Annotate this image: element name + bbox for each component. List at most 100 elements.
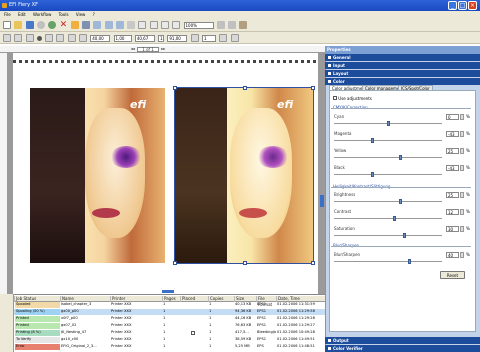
stop-icon[interactable] bbox=[36, 21, 45, 29]
misc-field[interactable]: 1 bbox=[201, 34, 216, 42]
selection-handle[interactable] bbox=[311, 261, 315, 265]
table-row[interactable]: Spooled Isabel_chapter_3 Printer XXX 1 1 40,1… bbox=[14, 302, 325, 308]
table-row[interactable]: To Verify gx10_c00 Printer XXX 1 1 38,59 KB EP… bbox=[14, 337, 325, 343]
zoom-in-icon[interactable] bbox=[228, 21, 237, 29]
yellow-slider-track[interactable] bbox=[334, 157, 442, 158]
job-image-original[interactable]: efi bbox=[30, 88, 165, 263]
tile-icon[interactable] bbox=[104, 21, 113, 29]
job-image-adjusted[interactable]: efi bbox=[174, 87, 314, 264]
magenta-spinner[interactable] bbox=[460, 131, 464, 137]
crop-icon[interactable] bbox=[14, 34, 23, 42]
section-general[interactable]: General bbox=[325, 54, 480, 61]
blur-sharpen-slider-thumb[interactable] bbox=[408, 259, 412, 264]
frame-icon[interactable] bbox=[3, 34, 11, 42]
selection-handle[interactable] bbox=[173, 261, 177, 265]
contrast-spinner[interactable] bbox=[460, 209, 464, 215]
menu-help[interactable]: ? bbox=[93, 12, 95, 17]
pen-icon[interactable] bbox=[160, 21, 169, 29]
distribute-icon[interactable] bbox=[56, 34, 65, 42]
selection-handle[interactable] bbox=[173, 86, 177, 90]
rotate-icon[interactable] bbox=[67, 34, 76, 42]
section-output[interactable]: Output bbox=[325, 337, 480, 344]
scale-lock-icon[interactable] bbox=[190, 34, 199, 42]
cyan-slider-thumb[interactable] bbox=[386, 121, 390, 126]
yellow-slider-thumb[interactable] bbox=[399, 155, 403, 160]
saturation-slider-thumb[interactable] bbox=[402, 233, 406, 238]
selection-handle[interactable] bbox=[243, 86, 247, 90]
table-row[interactable]: Printing (8 %) JK_Nesting_47 Printer XXX 1 1… bbox=[14, 330, 325, 336]
blur-sharpen-spinner[interactable] bbox=[460, 252, 464, 258]
info-icon[interactable] bbox=[81, 21, 90, 29]
cyan-value-field[interactable]: 0 bbox=[446, 114, 459, 120]
print-icon[interactable] bbox=[70, 21, 79, 29]
placed-checkbox[interactable] bbox=[191, 331, 195, 335]
new-icon[interactable] bbox=[3, 21, 11, 29]
contrast-slider-track[interactable] bbox=[334, 218, 442, 219]
height-field[interactable]: 1 bbox=[158, 34, 165, 42]
grid-icon[interactable] bbox=[25, 34, 34, 42]
table-row[interactable]: Error EFIG_Original_2_3... Printer XXX 1 1 5,… bbox=[14, 344, 325, 350]
cyan-spinner[interactable] bbox=[460, 114, 464, 120]
step-icon[interactable] bbox=[127, 21, 136, 29]
minimize-button[interactable]: _ bbox=[448, 1, 457, 10]
blur-sharpen-slider-track[interactable] bbox=[334, 261, 442, 262]
menu-view[interactable]: View bbox=[76, 12, 86, 17]
section-color[interactable]: Color bbox=[325, 78, 480, 85]
reset-button[interactable]: Reset bbox=[440, 271, 465, 279]
save-icon[interactable] bbox=[25, 21, 34, 29]
table-row[interactable]: Spooling (50 %) gx00_p00 Printer XXX 1 1 94,3… bbox=[14, 309, 325, 315]
close-button[interactable]: × bbox=[468, 1, 477, 10]
list-splitter[interactable] bbox=[162, 290, 174, 293]
marker-icon[interactable] bbox=[36, 35, 42, 41]
next-page-icon[interactable]: ▸▸ bbox=[161, 46, 165, 51]
section-input[interactable]: Input bbox=[325, 62, 480, 69]
section-color-verifier[interactable]: Color Verifier bbox=[325, 345, 480, 352]
zoom-out-icon[interactable] bbox=[216, 21, 225, 29]
yellow-spinner[interactable] bbox=[460, 148, 464, 154]
contrast-value-field[interactable]: 12 bbox=[446, 209, 459, 215]
saturation-spinner[interactable] bbox=[460, 226, 464, 232]
menu-file[interactable]: File bbox=[4, 12, 11, 17]
menu-workflow[interactable]: Workflow bbox=[33, 12, 51, 17]
black-value-field[interactable]: -43 bbox=[446, 165, 459, 171]
panel-splitter[interactable] bbox=[320, 195, 324, 207]
black-slider-track[interactable] bbox=[334, 174, 442, 175]
width-field[interactable]: 40,67 bbox=[134, 34, 155, 42]
mirror-icon[interactable] bbox=[78, 34, 87, 42]
blur-sharpen-value-field[interactable]: 40 bbox=[446, 252, 459, 258]
options-icon[interactable] bbox=[230, 34, 239, 42]
align-icon[interactable] bbox=[45, 34, 54, 42]
page-number[interactable]: 1 of 1 bbox=[137, 46, 159, 52]
yellow-value-field[interactable]: 25 bbox=[446, 148, 459, 154]
x-position-field[interactable]: 40,00 bbox=[90, 34, 111, 42]
brightness-slider-track[interactable] bbox=[334, 201, 442, 202]
fit-icon[interactable] bbox=[219, 34, 228, 42]
delete-icon[interactable]: ✕ bbox=[59, 21, 68, 30]
saturation-slider-track[interactable] bbox=[334, 235, 442, 236]
section-layout[interactable]: Layout bbox=[325, 70, 480, 77]
table-row[interactable]: Printed x0f7_p00 Printer XXX 1 1 44,16 KB EPS1… bbox=[14, 316, 325, 322]
brightness-value-field[interactable]: 25 bbox=[446, 192, 459, 198]
magenta-slider-thumb[interactable] bbox=[371, 138, 375, 143]
nest-icon[interactable] bbox=[115, 21, 124, 29]
scale-field[interactable]: 91,00 bbox=[167, 34, 188, 42]
selection-handle[interactable] bbox=[243, 261, 247, 265]
magenta-slider-track[interactable] bbox=[334, 140, 442, 141]
pan-icon[interactable] bbox=[172, 21, 181, 29]
magenta-value-field[interactable]: -43 bbox=[446, 131, 459, 137]
tools-icon[interactable] bbox=[239, 21, 248, 29]
selection-handle[interactable] bbox=[311, 86, 315, 90]
prev-page-icon[interactable]: ◂◂ bbox=[131, 46, 135, 51]
black-slider-thumb[interactable] bbox=[371, 172, 375, 177]
maximize-button[interactable]: □ bbox=[458, 1, 467, 10]
menu-tools[interactable]: Tools bbox=[59, 12, 69, 17]
zoom-select[interactable]: 100% bbox=[183, 21, 214, 29]
use-adjustments-checkbox[interactable] bbox=[333, 96, 337, 100]
use-adjustments-row[interactable]: Use adjustments bbox=[333, 96, 372, 101]
layout-icon[interactable] bbox=[93, 21, 102, 29]
brightness-spinner[interactable] bbox=[460, 192, 464, 198]
refresh-icon[interactable] bbox=[48, 21, 57, 29]
contrast-slider-thumb[interactable] bbox=[392, 216, 396, 221]
zoom-tool-icon[interactable] bbox=[149, 21, 158, 29]
y-position-field[interactable]: 1,00 bbox=[113, 34, 132, 42]
